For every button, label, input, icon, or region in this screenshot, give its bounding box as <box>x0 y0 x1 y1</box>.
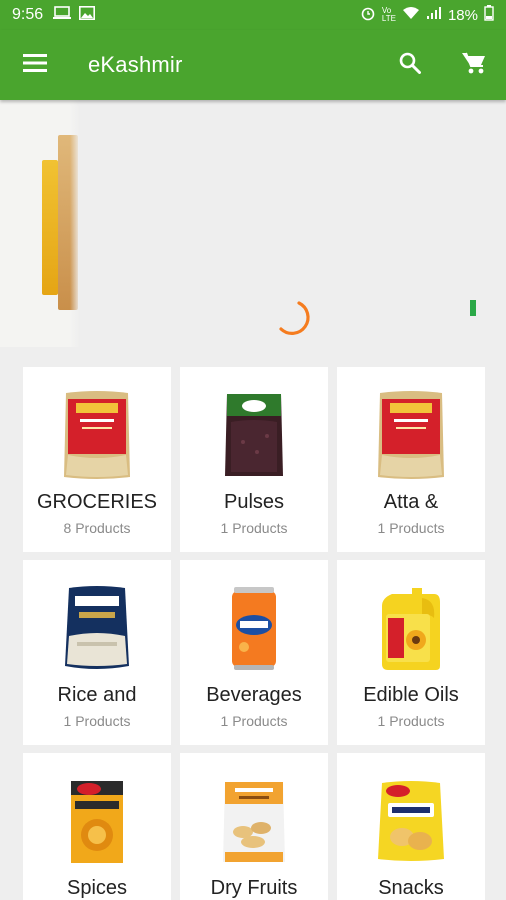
category-card[interactable]: Rice and 1 Products <box>23 560 171 745</box>
volte-icon: Vo LTE <box>381 6 396 23</box>
flour-bag-icon <box>337 387 485 483</box>
battery-icon <box>484 5 494 25</box>
menu-button[interactable] <box>0 30 70 100</box>
category-count: 8 Products <box>63 520 131 536</box>
cart-button[interactable] <box>442 30 506 100</box>
search-button[interactable] <box>378 30 442 100</box>
category-card[interactable]: Dry Fruits <box>180 753 328 900</box>
category-name: Edible Oils <box>363 684 459 706</box>
soda-can-icon <box>180 580 328 676</box>
spice-box-icon <box>23 773 171 869</box>
category-card[interactable]: Edible Oils 1 Products <box>337 560 485 745</box>
signal-icon <box>426 6 442 24</box>
cart-icon <box>461 51 487 80</box>
category-card[interactable]: Atta & 1 Products <box>337 367 485 552</box>
flour-bag-icon <box>23 387 171 483</box>
loading-spinner-icon <box>279 301 310 335</box>
category-name: Beverages <box>206 684 302 706</box>
cashew-pack-icon <box>180 773 328 869</box>
search-icon <box>399 52 421 79</box>
category-count: 1 Products <box>377 713 445 729</box>
category-name: Spices <box>66 877 128 899</box>
category-card[interactable]: Pulses 1 Products <box>180 367 328 552</box>
category-card[interactable]: Spices <box>23 753 171 900</box>
category-count: 1 Products <box>220 713 288 729</box>
battery-level: 18% <box>447 6 478 24</box>
category-card[interactable]: GROCERIES 8 Products <box>23 367 171 552</box>
rice-bag-icon <box>23 580 171 676</box>
oil-can-icon <box>337 580 485 676</box>
banner-product-pack <box>42 160 58 295</box>
status-time: 9:56 <box>12 6 44 23</box>
chips-pack-icon <box>337 773 485 869</box>
image-icon <box>79 5 96 25</box>
app-title: eKashmir <box>88 52 183 77</box>
category-name: Snacks <box>378 877 444 899</box>
category-card[interactable]: Snacks <box>337 753 485 900</box>
wifi-icon <box>402 6 420 24</box>
laptop-icon <box>53 5 72 25</box>
category-name: GROCERIES <box>36 491 158 513</box>
promo-banner-slider[interactable] <box>0 100 506 347</box>
pulse-pack-icon <box>180 387 328 483</box>
category-count: 1 Products <box>63 713 131 729</box>
banner-page-indicator <box>470 300 476 316</box>
category-name: Pulses <box>223 491 285 513</box>
category-name: Atta & <box>383 491 439 513</box>
category-count: 1 Products <box>220 520 288 536</box>
category-card[interactable]: Beverages 1 Products <box>180 560 328 745</box>
category-name: Rice and <box>57 684 137 706</box>
status-bar: 9:56 Vo LTE 18% <box>0 0 506 30</box>
menu-icon <box>23 53 47 77</box>
category-name: Dry Fruits <box>210 877 298 899</box>
category-count: 1 Products <box>377 520 445 536</box>
alarm-icon <box>360 5 376 25</box>
app-bar: eKashmir <box>0 30 506 100</box>
banner-image[interactable] <box>0 100 80 347</box>
